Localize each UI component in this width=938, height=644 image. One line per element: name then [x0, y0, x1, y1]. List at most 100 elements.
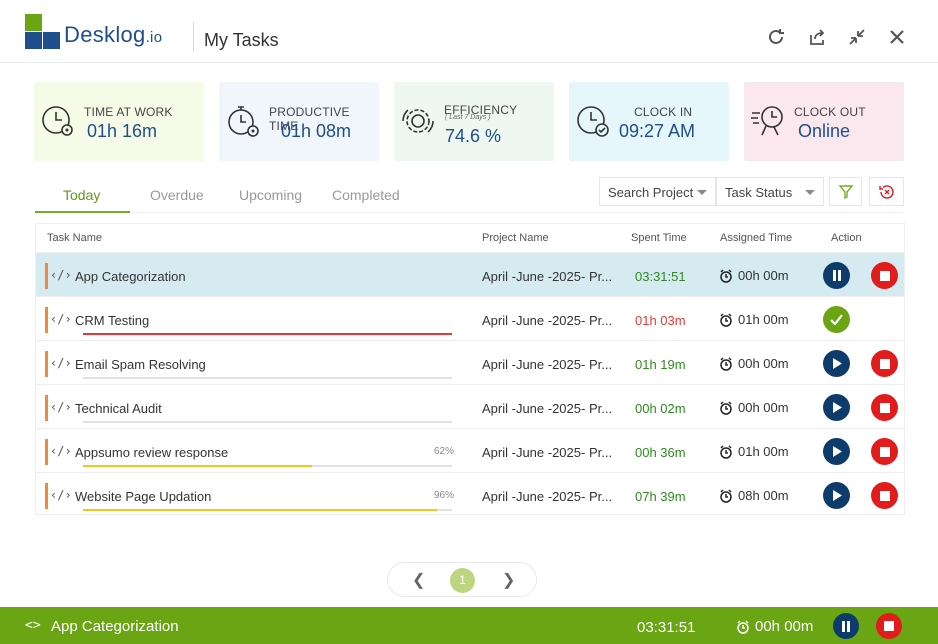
stat-value: Online [798, 121, 851, 141]
checkmark-icon [830, 314, 843, 325]
play-button[interactable] [823, 482, 850, 509]
project-filter-select[interactable]: Search Project [599, 177, 716, 206]
close-icon[interactable] [887, 27, 907, 47]
spent-time: 01h 03m [635, 313, 686, 328]
clock-check-icon [577, 106, 609, 137]
table-row[interactable]: ‹/› Technical Audit April -June -2025- Pr.… [36, 384, 904, 428]
tasks-table: Task Name Project Name Spent Time Assign… [35, 223, 905, 515]
project-name: April -June -2025- Pr... [482, 269, 613, 284]
project-name: April -June -2025- Pr... [482, 357, 613, 372]
complete-button[interactable] [823, 306, 850, 333]
refresh-icon[interactable] [766, 27, 786, 47]
task-name[interactable]: Website Page Updation [75, 489, 211, 504]
project-filter-value: Search Project [608, 185, 694, 200]
task-name[interactable]: CRM Testing [75, 313, 149, 328]
stat-sublabel: ( Last 7 Days ) [445, 114, 491, 121]
clear-filter-button[interactable] [869, 177, 904, 206]
code-icon: ‹/› [50, 356, 72, 370]
stopwatch-gear-icon [228, 106, 259, 137]
stop-button[interactable] [871, 350, 898, 377]
clock-out-card: CLOCK OUT Online [744, 82, 904, 161]
stat-value: 74.6 % [445, 126, 502, 146]
tab-upcoming[interactable]: Upcoming [239, 187, 302, 203]
progress-track [83, 377, 452, 379]
collapse-icon[interactable] [847, 27, 867, 47]
column-header: Action [831, 232, 862, 244]
code-icon: ‹/› [50, 444, 72, 458]
progress-track [83, 421, 452, 423]
assigned-time-value: 08h 00m [738, 488, 789, 503]
alarm-clock-icon [720, 444, 732, 459]
stop-button[interactable] [871, 262, 898, 289]
clock-gear-icon [42, 106, 73, 136]
chevron-down-icon [805, 190, 815, 195]
stop-icon [879, 446, 890, 457]
column-header: Task Name [47, 232, 103, 244]
pause-button[interactable] [833, 613, 859, 639]
running-task-bar: <> App Categorization 03:31:51 00h 00m [0, 607, 938, 644]
progress-fill [83, 465, 312, 467]
stop-icon [879, 490, 890, 501]
progress-track [83, 465, 452, 467]
assigned-time-value: 00h 00m [738, 268, 789, 283]
filter-button[interactable] [829, 177, 862, 206]
table-row[interactable]: ‹/› CRM Testing April -June -2025- Pr... 01… [36, 296, 904, 340]
running-task-assigned: 00h 00m [736, 618, 813, 635]
stat-value: 01h 08m [281, 121, 352, 141]
table-row[interactable]: ‹/› App Categorization April -June -2025- … [36, 252, 904, 296]
spent-time: 01h 19m [635, 357, 686, 372]
progress-track [83, 509, 452, 511]
stat-value: 09:27 AM [619, 121, 696, 141]
project-name: April -June -2025- Pr... [482, 401, 613, 416]
play-button[interactable] [823, 350, 850, 377]
assigned-time: 00h 00m [719, 356, 789, 371]
pause-icon [832, 270, 841, 281]
tabs-baseline [35, 212, 904, 213]
spent-time: 00h 36m [635, 445, 686, 460]
column-header: Project Name [482, 232, 549, 244]
tab-completed[interactable]: Completed [332, 187, 400, 203]
table-row[interactable]: ‹/› Email Spam Resolving April -June -2025… [36, 340, 904, 384]
task-name[interactable]: Email Spam Resolving [75, 357, 206, 372]
tab-overdue[interactable]: Overdue [150, 187, 204, 203]
play-icon [832, 446, 842, 457]
stop-button[interactable] [871, 438, 898, 465]
table-row[interactable]: ‹/› Appsumo review response 62% April -June… [36, 428, 904, 472]
running-clock-icon [751, 106, 783, 136]
tab-today[interactable]: Today [63, 187, 100, 203]
clock-in-card: CLOCK IN 09:27 AM [569, 82, 729, 161]
logo-text: Desklog.io [64, 22, 163, 47]
stop-button[interactable] [871, 482, 898, 509]
efficiency-card: EFFICIENCY ( Last 7 Days ) 74.6 % [394, 82, 554, 161]
productive-time-card: PRODUCTIVE TIME 01h 08m [219, 82, 379, 161]
running-task-time: 03:31:51 [637, 619, 696, 636]
logo-mark-icon [25, 14, 60, 49]
priority-bar [45, 351, 48, 377]
app-header: Desklog.io My Tasks [0, 0, 938, 63]
table-row[interactable]: ‹/› Website Page Updation 96% April -June -… [36, 472, 904, 516]
code-icon: <> [25, 618, 41, 633]
assigned-time: 00h 00m [719, 400, 789, 415]
stat-label: CLOCK IN [634, 105, 693, 119]
code-icon: ‹/› [50, 268, 72, 282]
page-number[interactable]: 1 [450, 568, 475, 593]
priority-bar [45, 263, 48, 289]
play-button[interactable] [823, 394, 850, 421]
chevron-left-icon[interactable]: ❮ [412, 570, 425, 590]
chevron-right-icon[interactable]: ❯ [502, 570, 515, 590]
task-name[interactable]: Appsumo review response [75, 445, 228, 460]
priority-bar [45, 395, 48, 421]
task-name[interactable]: Technical Audit [75, 401, 162, 416]
status-filter-select[interactable]: Task Status [716, 177, 824, 206]
stop-icon [884, 621, 894, 631]
export-icon[interactable] [807, 27, 827, 47]
priority-bar [45, 439, 48, 465]
stop-button[interactable] [871, 394, 898, 421]
play-button[interactable] [823, 438, 850, 465]
stop-icon [879, 402, 890, 413]
stop-button[interactable] [876, 613, 902, 639]
assigned-time-value: 00h 00m [738, 400, 789, 415]
pause-button[interactable] [823, 262, 850, 289]
project-name: April -June -2025- Pr... [482, 313, 613, 328]
task-name[interactable]: App Categorization [75, 269, 186, 284]
